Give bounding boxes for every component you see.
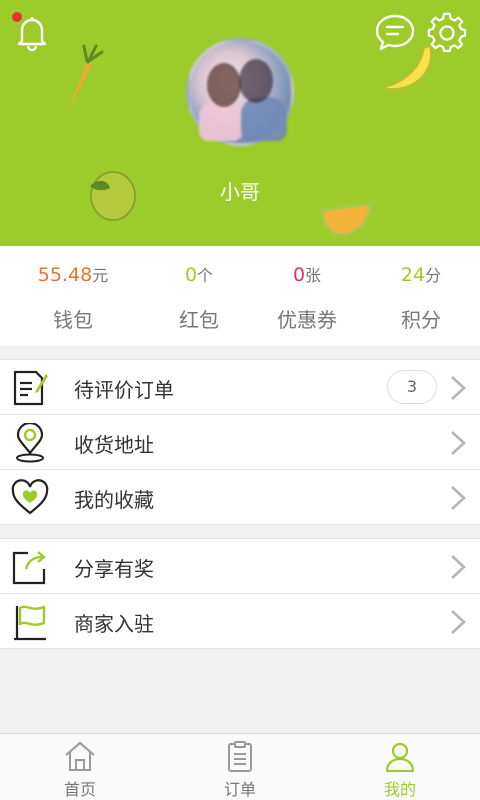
- menu-group-orders: 待评价订单 3 收货地址 我的收藏: [0, 359, 480, 525]
- menu-item-favorites[interactable]: 我的收藏: [0, 470, 480, 525]
- menu-item-pending-reviews[interactable]: 待评价订单 3: [0, 360, 480, 415]
- account-stats: 55.48元 钱包 0个 红包 0张 优惠券 24分 积分: [0, 246, 480, 346]
- chevron-right-icon: [451, 376, 466, 400]
- stat-coupon[interactable]: 0张 优惠券: [247, 246, 367, 346]
- menu-group-other: 分享有奖 商家入驻: [0, 538, 480, 649]
- carrot-decoration: [66, 44, 104, 116]
- stat-coupon-value: 0张: [292, 264, 322, 286]
- tab-label: 我的: [383, 780, 416, 799]
- tab-label: 订单: [223, 780, 256, 799]
- melon-slice-decoration: [320, 202, 372, 237]
- pending-review-count-badge: 3: [387, 370, 437, 404]
- stat-wallet[interactable]: 55.48元 钱包: [13, 246, 133, 346]
- menu-item-label: 收货地址: [74, 433, 154, 457]
- tab-orders[interactable]: 订单: [160, 734, 320, 800]
- stat-wallet-label: 钱包: [53, 308, 93, 332]
- flag-icon: [14, 605, 46, 641]
- menu-item-merchant-join[interactable]: 商家入驻: [0, 594, 480, 649]
- tab-home[interactable]: 首页: [0, 734, 160, 800]
- menu-item-addresses[interactable]: 收货地址: [0, 415, 480, 470]
- username: 小哥: [220, 180, 260, 204]
- stat-points[interactable]: 24分 积分: [361, 246, 480, 346]
- home-icon: [65, 741, 95, 771]
- menu-item-label: 商家入驻: [74, 612, 154, 636]
- menu-item-label: 我的收藏: [74, 488, 154, 512]
- notification-dot: [12, 12, 22, 22]
- stat-redpacket-label: 红包: [179, 308, 219, 332]
- profile-header: 小哥: [0, 0, 480, 246]
- review-order-icon: [13, 370, 48, 406]
- chevron-right-icon: [451, 431, 466, 455]
- avatar[interactable]: [186, 38, 294, 146]
- tab-mine[interactable]: 我的: [320, 734, 480, 800]
- location-pin-icon: [16, 423, 44, 463]
- menu-item-label: 待评价订单: [74, 378, 174, 402]
- bottom-tab-bar: 首页 订单 我的: [0, 733, 480, 800]
- stat-redpacket[interactable]: 0个 红包: [139, 246, 259, 346]
- clipboard-icon: [228, 741, 252, 772]
- stat-points-label: 积分: [401, 308, 441, 332]
- chevron-right-icon: [451, 555, 466, 579]
- banana-decoration: [381, 45, 432, 90]
- menu-item-share-rewards[interactable]: 分享有奖: [0, 539, 480, 594]
- stat-points-value: 24分: [400, 264, 442, 286]
- stat-wallet-value: 55.48元: [37, 264, 109, 286]
- menu-item-label: 分享有奖: [74, 557, 154, 581]
- stat-coupon-label: 优惠券: [277, 308, 337, 332]
- heart-icon: [11, 479, 49, 515]
- tab-label: 首页: [63, 780, 96, 799]
- user-icon: [385, 742, 415, 772]
- stat-redpacket-value: 0个: [184, 264, 214, 286]
- chevron-right-icon: [451, 610, 466, 634]
- share-icon: [12, 551, 46, 585]
- chevron-right-icon: [451, 486, 466, 510]
